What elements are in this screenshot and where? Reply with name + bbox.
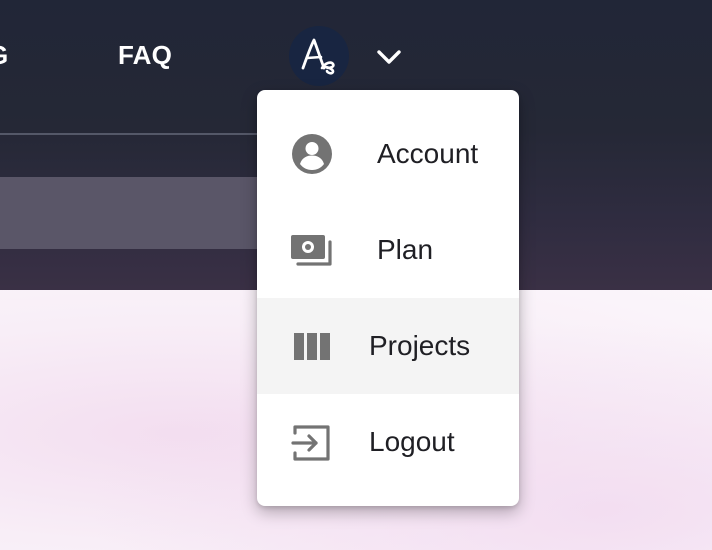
columns-icon (294, 333, 330, 360)
menu-item-label: Account (377, 138, 479, 169)
search-bar-background[interactable] (0, 177, 262, 249)
nav-link-faq[interactable]: FAQ (118, 38, 172, 72)
menu-item-label: Plan (377, 234, 434, 265)
account-dropdown-menu: Account Plan Projects Logout (257, 90, 519, 506)
header-divider (0, 133, 260, 135)
menu-item-projects[interactable]: Projects (257, 298, 519, 394)
chevron-down-icon[interactable] (374, 42, 404, 72)
user-avatar[interactable] (289, 26, 349, 86)
page: G FAQ Account (0, 0, 712, 550)
menu-item-plan[interactable]: Plan (257, 202, 519, 298)
menu-item-account[interactable]: Account (257, 106, 519, 202)
logout-icon (291, 425, 330, 461)
menu-item-label: Projects (369, 330, 471, 361)
user-circle-icon (292, 134, 332, 174)
nav-link-truncated[interactable]: G (0, 38, 8, 72)
menu-item-logout[interactable]: Logout (257, 394, 519, 490)
signature-avatar-icon (301, 38, 335, 75)
cash-stack-icon (291, 235, 332, 266)
menu-item-label: Logout (369, 426, 455, 457)
